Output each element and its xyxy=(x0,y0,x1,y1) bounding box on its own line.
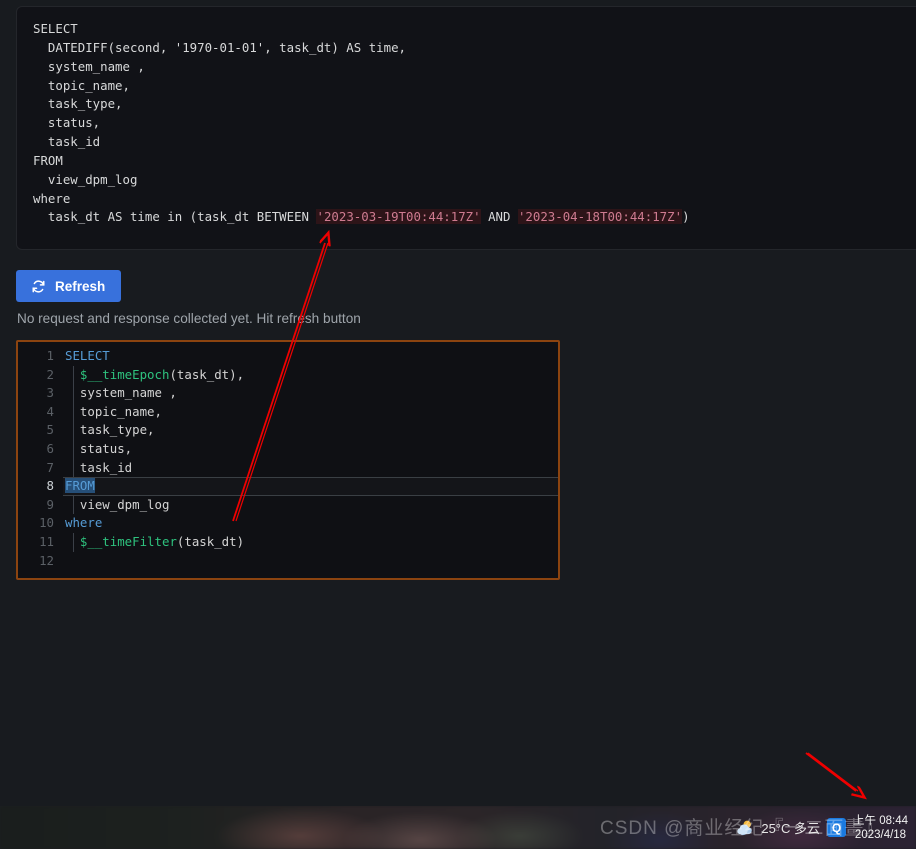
sun-behind-cloud-icon xyxy=(737,820,753,835)
sql-code-editor[interactable]: 1 2 3 4 5 6 7 8 9 10 11 12 SELECT $__timeEpoch(task… xyxy=(16,340,560,580)
system-tray[interactable]: 25°C 多云 Q 上午 08:44 2023/4/18 xyxy=(733,806,916,849)
code-token: (task_dt), xyxy=(169,366,245,382)
between-and-keyword: AND xyxy=(488,209,511,225)
editor-code-line[interactable]: status, xyxy=(63,439,558,459)
editor-line-number: 4 xyxy=(46,403,54,419)
code-token: task_type, xyxy=(65,422,155,438)
code-token: (task_dt) xyxy=(176,533,245,549)
time-from-literal: '2023-03-19T00:44:17Z' xyxy=(316,209,481,225)
ime-badge-label: Q xyxy=(831,820,842,835)
code-token: where xyxy=(65,515,103,531)
generated-sql-text: SELECT DATEDIFF(second, '1970-01-01', ta… xyxy=(17,7,916,240)
sql-preview-body: SELECT DATEDIFF(second, '1970-01-01', ta… xyxy=(33,21,406,225)
code-token: $__timeEpoch xyxy=(79,366,170,382)
code-token: status, xyxy=(65,440,133,456)
code-token: task_id xyxy=(65,459,133,475)
editor-code-line[interactable]: view_dpm_log xyxy=(63,495,558,515)
code-token: topic_name, xyxy=(65,403,162,419)
sql-preview-tail: ) xyxy=(682,209,690,225)
weather-text: 25°C 多云 xyxy=(761,821,821,836)
editor-line-number: 11 xyxy=(39,533,54,549)
clock-time: 上午 08:44 xyxy=(853,814,908,827)
refresh-button[interactable]: Refresh xyxy=(16,270,121,302)
ime-indicator-icon[interactable]: Q xyxy=(827,818,847,837)
editor-line-number: 7 xyxy=(46,459,54,475)
indent-guide xyxy=(73,402,74,422)
weather-widget[interactable]: 25°C 多云 xyxy=(733,817,820,839)
code-token: $__timeFilter xyxy=(79,533,177,549)
indent-guide xyxy=(73,532,74,552)
editor-line-number: 12 xyxy=(39,552,54,568)
editor-code-line[interactable]: task_id xyxy=(63,458,558,478)
clock-date: 2023/4/18 xyxy=(854,828,907,841)
editor-code-line[interactable]: where xyxy=(63,514,558,533)
generated-sql-preview-panel: SELECT DATEDIFF(second, '1970-01-01', ta… xyxy=(16,6,916,250)
taskbar-clock[interactable]: 上午 08:44 2023/4/18 xyxy=(853,814,908,842)
collector-status-message: No request and response collected yet. H… xyxy=(17,311,361,326)
code-token: system_name , xyxy=(65,385,177,401)
editor-code-line[interactable]: SELECT xyxy=(63,347,558,366)
indent-guide xyxy=(73,384,74,403)
editor-code-line[interactable]: system_name , xyxy=(63,384,558,403)
indent-guide xyxy=(73,458,74,478)
editor-code-line[interactable] xyxy=(63,552,558,571)
indent-guide xyxy=(73,365,74,385)
editor-code-line[interactable]: $__timeEpoch(task_dt), xyxy=(63,365,558,385)
refresh-button-label: Refresh xyxy=(55,278,106,294)
arrow-to-clock xyxy=(805,752,856,791)
indent-guide xyxy=(73,421,74,440)
editor-line-number-gutter: 1 2 3 4 5 6 7 8 9 10 11 12 xyxy=(18,342,63,578)
editor-code-line[interactable]: FROM xyxy=(63,477,558,496)
time-to-literal: '2023-04-18T00:44:17Z' xyxy=(517,209,683,225)
windows-taskbar[interactable]: 25°C 多云 Q 上午 08:44 2023/4/18 xyxy=(0,806,916,849)
indent-guide xyxy=(73,495,74,515)
editor-line-number: 2 xyxy=(46,366,54,382)
editor-code-line[interactable]: topic_name, xyxy=(63,402,558,422)
editor-line-number: 9 xyxy=(46,496,54,512)
arrow-to-clock-stroke2 xyxy=(807,752,859,792)
code-token: SELECT xyxy=(65,348,110,363)
editor-code-area[interactable]: SELECT $__timeEpoch(task_dt), system_nam… xyxy=(63,342,558,578)
editor-code-line[interactable]: task_type, xyxy=(63,421,558,440)
code-token: FROM xyxy=(65,478,95,494)
code-token: view_dpm_log xyxy=(65,496,170,512)
editor-line-number: 6 xyxy=(46,440,54,456)
editor-line-number: 3 xyxy=(46,385,54,401)
editor-code-line[interactable]: $__timeFilter(task_dt) xyxy=(63,532,558,552)
editor-line-number: 1 xyxy=(46,348,54,363)
indent-guide xyxy=(73,439,74,459)
editor-line-number: 10 xyxy=(39,515,54,531)
editor-line-number: 8 xyxy=(46,478,54,494)
editor-line-number: 5 xyxy=(46,422,54,438)
refresh-sync-icon xyxy=(32,279,45,293)
